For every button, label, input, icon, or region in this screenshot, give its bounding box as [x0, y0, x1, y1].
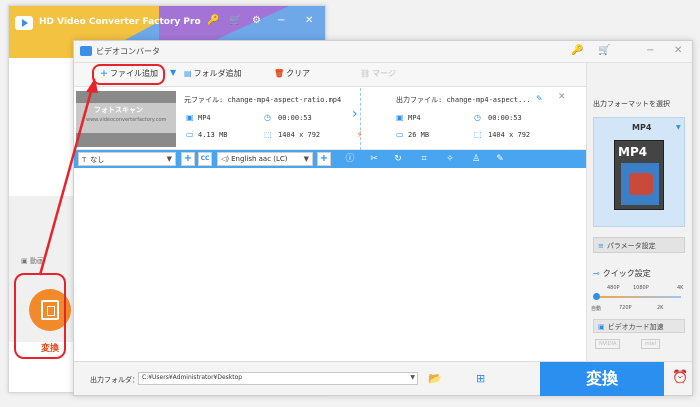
annotation-arrow — [38, 78, 98, 276]
screen: HD Video Converter Factory Pro 🔑 🛒 ⚙ − ✕… — [0, 0, 700, 407]
